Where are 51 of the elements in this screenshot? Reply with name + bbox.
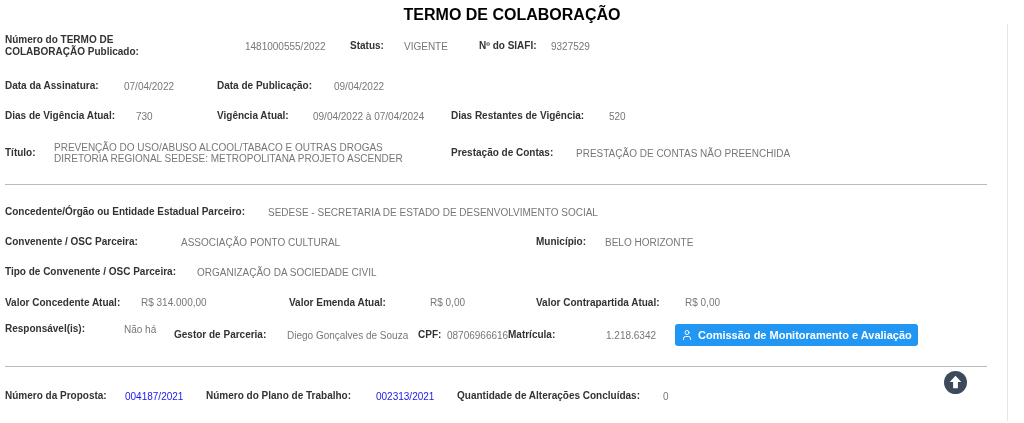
field-value: Não há <box>124 323 158 337</box>
field-label: Número da Proposta: <box>5 390 108 402</box>
field-value: ASSOCIAÇÃO PONTO CULTURAL <box>181 235 342 250</box>
field-value: 0 <box>663 389 669 404</box>
field-label: Status: <box>350 40 385 52</box>
field-label: Dias Restantes de Vigência: <box>451 110 586 122</box>
page-title: TERMO DE COLABORAÇÃO <box>403 6 621 24</box>
field-label: Matrícula: <box>508 329 557 341</box>
field-value: PRESTAÇÃO DE CONTAS NÃO PREENCHIDA <box>576 146 791 161</box>
field-label: Concedente/Órgão ou Entidade Estadual Parceiro: <box>5 206 247 218</box>
field-value: 1481000555/2022 <box>245 39 327 54</box>
field-value: BELO HORIZONTE <box>605 235 694 250</box>
field-value: R$ 314.000,00 <box>141 296 208 310</box>
field-value: SEDESE - SECRETARIA DE ESTADO DE DESENVOLVIMENTO SOCIAL <box>268 205 598 220</box>
field-value: 09/04/2022 <box>334 79 385 94</box>
field-label: Vigência Atual: <box>217 110 290 122</box>
field-value: 9327529 <box>551 39 590 54</box>
field-label: Número do TERMO DE COLABORAÇÃO Publicado: <box>5 34 140 58</box>
field-label: Responsável(is): <box>5 322 87 335</box>
field-label: Título: <box>5 147 37 159</box>
field-label: Dias de Vigência Atual: <box>5 110 117 122</box>
field-value: 07/04/2022 <box>124 79 176 94</box>
field-value: 08706966616 <box>447 328 508 343</box>
field-value: Diego Gonçalves de Souza <box>287 328 410 343</box>
field-label: Município: <box>536 236 587 248</box>
field-label: Nº do SIAFI: <box>479 40 538 52</box>
field-value: PREVENÇÃO DO USO/ABUSO ALCOOL/TABACO E OUTRAS DROGAS DIRETORIA REGIONAL SEDESE: METROPOLITANA PROJETO ASCENDER <box>54 142 404 164</box>
field-value: 1.218.6342 <box>606 328 658 343</box>
field-label: Convenente / OSC Parceira: <box>5 236 139 248</box>
field-value: 09/04/2022 à 07/04/2024 <box>313 109 426 124</box>
field-label: Valor Concedente Atual: <box>5 296 122 309</box>
field-value: R$ 0,00 <box>685 296 721 310</box>
field-label: Número do Plano de Trabalho: <box>206 390 352 402</box>
field-label: Valor Contrapartida Atual: <box>536 296 661 309</box>
field-value: ORGANIZAÇÃO DA SOCIEDADE CIVIL <box>197 265 377 280</box>
field-label: Data da Assinatura: <box>5 80 100 92</box>
person-icon <box>681 329 693 341</box>
field-value: VIGENTE <box>404 39 449 54</box>
field-link[interactable]: 004187/2021 <box>125 388 206 404</box>
field-label: Prestação de Contas: <box>451 147 555 159</box>
field-value: 520 <box>609 109 626 124</box>
field-label: Data de Publicação: <box>217 80 314 92</box>
field-label: Gestor de Parceria: <box>174 329 268 341</box>
field-value: R$ 0,00 <box>430 296 467 310</box>
field-label: Quantidade de Alterações Concluídas: <box>457 390 641 402</box>
field-label: Tipo de Convenente / OSC Parceira: <box>5 266 177 278</box>
scroll-up-icon[interactable] <box>944 370 967 394</box>
field-label: CPF: <box>418 329 443 341</box>
field-link[interactable]: 002313/2021 <box>376 388 457 404</box>
field-value: 730 <box>136 109 154 124</box>
field-label: Valor Emenda Atual: <box>289 296 387 309</box>
